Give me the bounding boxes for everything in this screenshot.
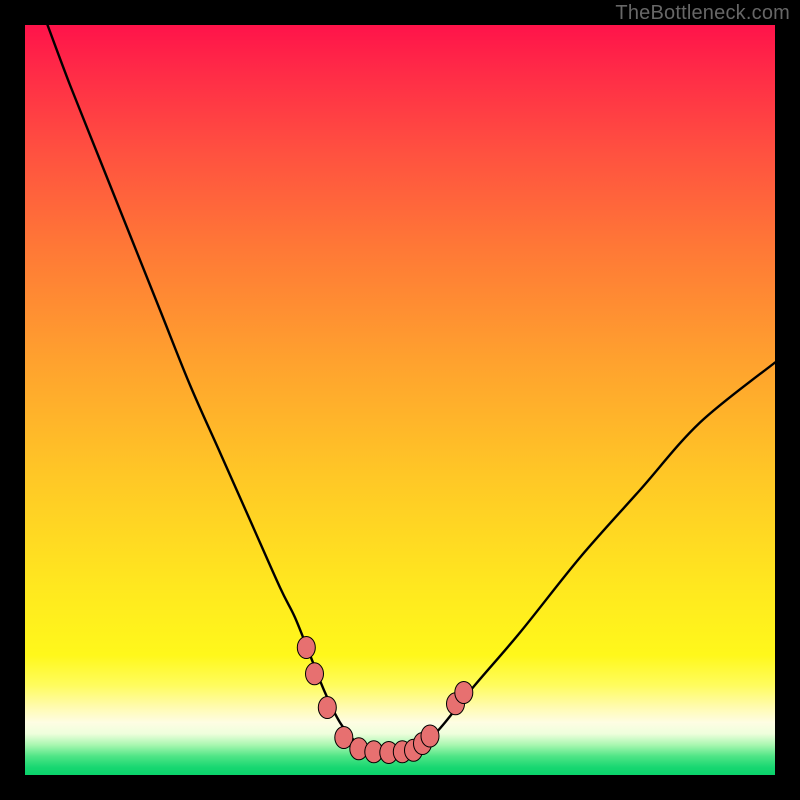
highlight-dot	[306, 663, 324, 685]
watermark-text: TheBottleneck.com	[615, 2, 790, 25]
highlight-dot	[455, 682, 473, 704]
bottleneck-curve	[48, 25, 776, 753]
plot-area	[25, 25, 775, 775]
highlight-dot	[318, 697, 336, 719]
highlight-dot	[297, 637, 315, 659]
curve-layer	[25, 25, 775, 775]
highlight-dot	[421, 725, 439, 747]
highlight-dots	[297, 637, 473, 764]
chart-stage: TheBottleneck.com	[0, 0, 800, 800]
